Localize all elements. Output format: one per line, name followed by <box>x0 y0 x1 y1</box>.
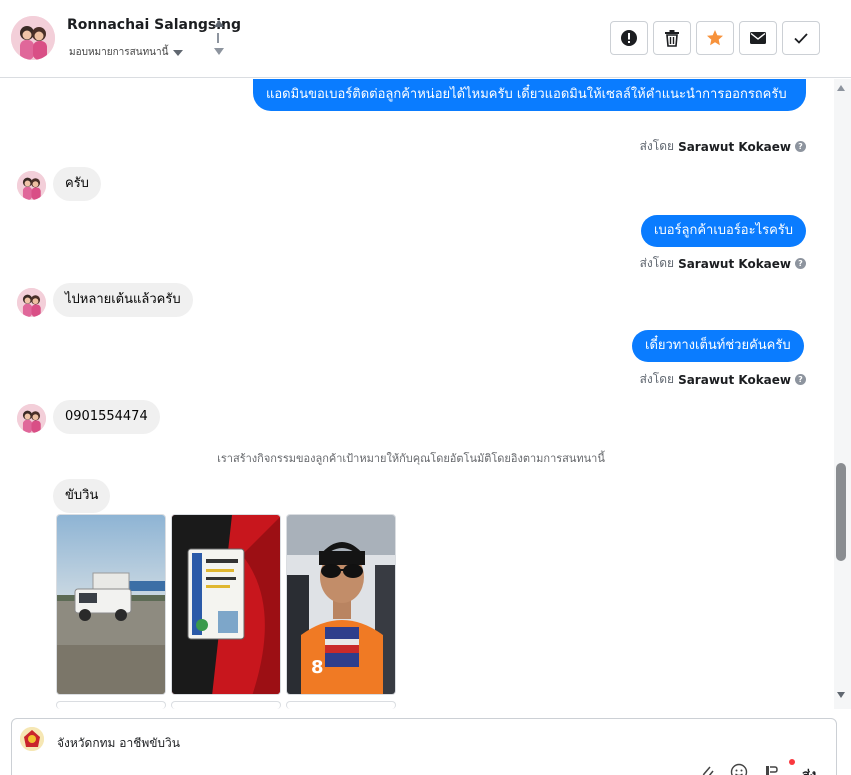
scrollbar-track[interactable] <box>834 79 851 709</box>
star-icon <box>707 30 723 46</box>
mail-icon <box>750 32 766 44</box>
sent-by-agent[interactable]: Sarawut Kokaew <box>678 373 791 387</box>
message-outgoing[interactable]: แอดมินขอเบอร์ติดต่อลูกค้าหน่อยได้ไหมครับ… <box>253 79 806 111</box>
conversation-header: Ronnachai Salangsing มอบหมายการสนทนานี้ <box>0 0 851 78</box>
photo-attachment[interactable] <box>286 701 396 709</box>
sent-by-prefix: ส่งโดย <box>639 139 675 153</box>
chevron-down-icon <box>173 49 184 56</box>
saved-reply-icon[interactable] <box>762 763 780 775</box>
assign-conversation-dropdown[interactable]: มอบหมายการสนทนานี้ <box>69 45 184 60</box>
scrollbar-thumb[interactable] <box>836 463 846 561</box>
mark-done-button[interactable] <box>782 21 820 55</box>
conversation-nav <box>213 18 225 60</box>
sent-by-label: ส่งโดย Sarawut Kokaew ? <box>640 254 806 273</box>
scroll-down-icon[interactable] <box>837 692 845 698</box>
next-conversation-icon[interactable] <box>214 48 224 55</box>
trash-icon <box>665 30 679 47</box>
message-incoming[interactable]: ครับ <box>53 167 101 201</box>
photo-attachment[interactable]: 8 <box>286 514 396 695</box>
composer-input[interactable]: จังหวัดกทม อาชีพขับวิน <box>57 734 180 753</box>
composer-toolbar <box>698 763 780 775</box>
scroll-up-icon[interactable] <box>837 85 845 91</box>
info-icon[interactable]: ? <box>795 141 806 152</box>
photo-attachment[interactable] <box>171 514 281 695</box>
mark-spam-button[interactable] <box>610 21 648 55</box>
sent-by-prefix: ส่งโดย <box>639 256 675 270</box>
sent-by-agent[interactable]: Sarawut Kokaew <box>678 140 791 154</box>
customer-avatar-small <box>17 404 46 433</box>
message-incoming[interactable]: 0901554474 <box>53 400 160 434</box>
assign-conversation-label: มอบหมายการสนทนานี้ <box>69 47 169 58</box>
emoji-icon[interactable] <box>730 763 748 775</box>
page-avatar <box>20 727 44 751</box>
paperclip-icon[interactable] <box>698 763 716 775</box>
message-composer[interactable]: จังหวัดกทม อาชีพขับวิน ส่ง <box>11 718 837 775</box>
message-outgoing[interactable]: เดี๋ยวทางเต็นท์ช่วยคันครับ <box>632 330 804 362</box>
customer-avatar-small <box>17 288 46 317</box>
star-button[interactable] <box>696 21 734 55</box>
previous-conversation-icon[interactable] <box>214 20 224 27</box>
send-button[interactable]: ส่ง <box>802 764 816 775</box>
info-icon[interactable]: ? <box>795 374 806 385</box>
spam-icon <box>621 30 637 46</box>
photo-attachment[interactable] <box>56 701 166 709</box>
mark-unread-button[interactable] <box>739 21 777 55</box>
message-outgoing[interactable]: เบอร์ลูกค้าเบอร์อะไรครับ <box>641 215 807 247</box>
photo-attachment[interactable] <box>171 701 281 709</box>
notification-dot <box>789 759 795 765</box>
photo-attachment[interactable] <box>56 514 166 695</box>
customer-avatar-small <box>17 171 46 200</box>
svg-text:8: 8 <box>311 657 324 678</box>
sent-by-label: ส่งโดย Sarawut Kokaew ? <box>640 370 806 389</box>
sent-by-label: ส่งโดย Sarawut Kokaew ? <box>640 137 806 156</box>
delete-button[interactable] <box>653 21 691 55</box>
message-incoming[interactable]: ขับวิน <box>53 479 111 513</box>
check-icon <box>794 33 808 44</box>
divider <box>217 33 221 43</box>
customer-avatar[interactable] <box>11 16 55 60</box>
sent-by-agent[interactable]: Sarawut Kokaew <box>678 257 791 271</box>
info-icon[interactable]: ? <box>795 258 806 269</box>
message-incoming[interactable]: ไปหลายเต้นแล้วครับ <box>53 283 193 317</box>
sent-by-prefix: ส่งโดย <box>639 372 675 386</box>
system-message: เราสร้างกิจกรรมของลูกค้าเป้าหมายให้กับคุ… <box>217 452 605 465</box>
